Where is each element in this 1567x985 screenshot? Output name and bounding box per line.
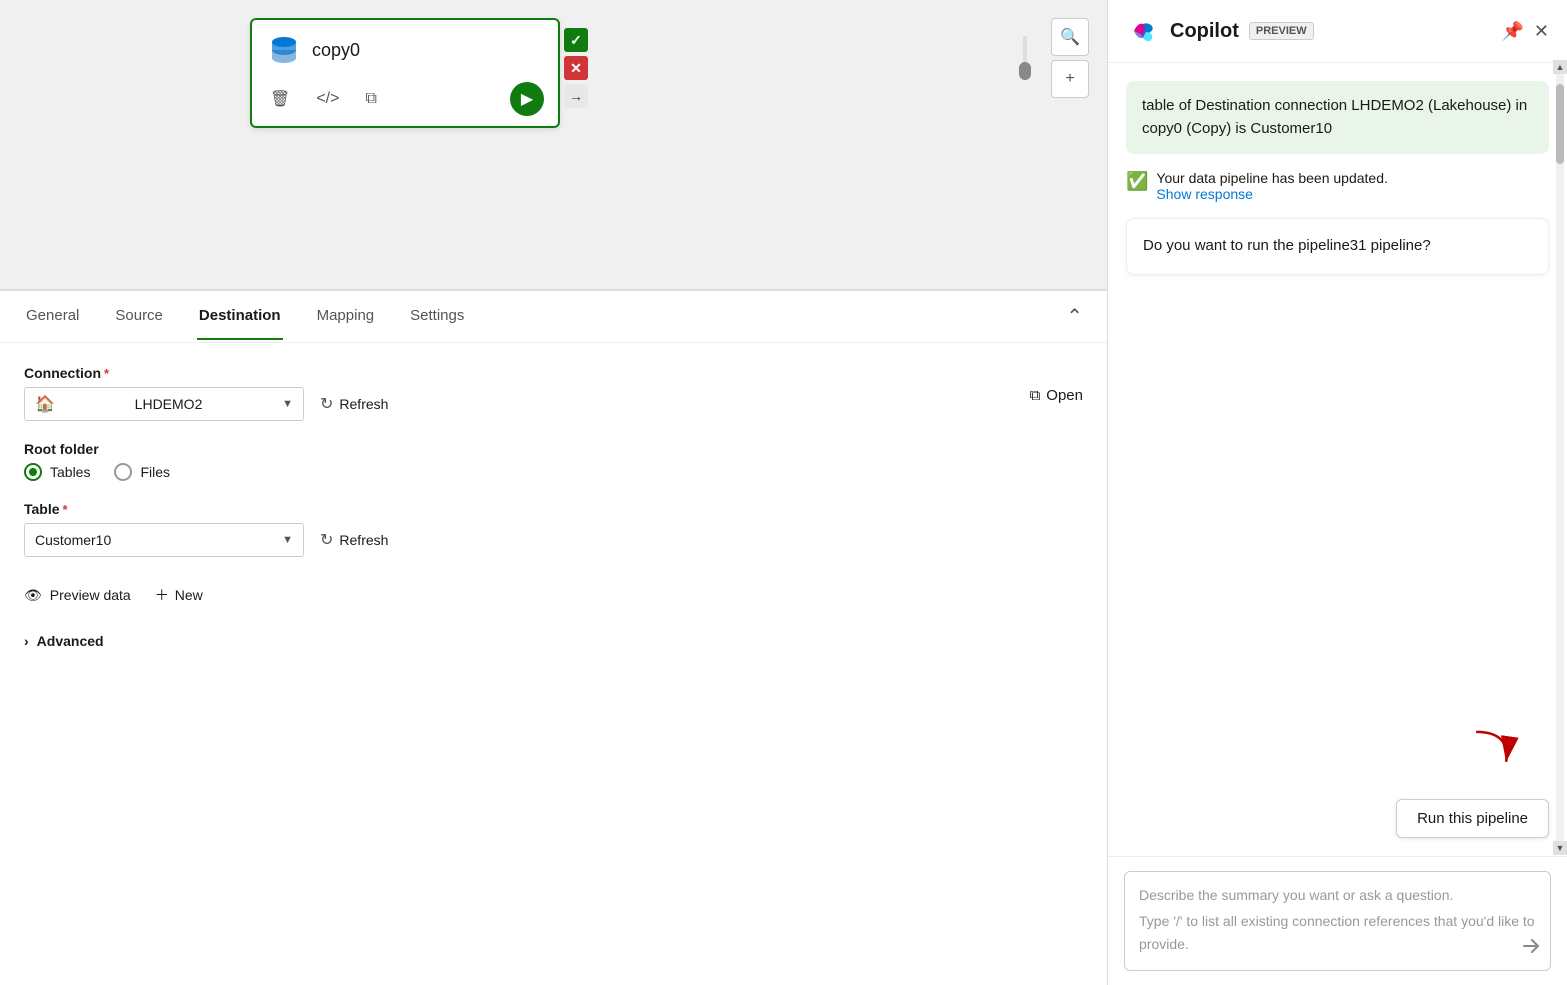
preview-icon: 👁 [24,587,42,604]
root-folder-label: Root folder [24,441,1083,457]
field-controls: 🏠 LHDEMO2 ▼ ↻ Refresh [24,387,388,421]
node-actions: 🗑 </> ⧉ ▶ [266,82,544,116]
arrow-indicator-row [1126,719,1519,779]
table-chevron-icon: ▼ [282,534,293,546]
table-value: Customer10 [35,532,111,548]
left-panel: copy0 🗑 </> ⧉ ▶ ✓ ✕ → 🔍 + [0,0,1107,985]
connection-value: LHDEMO2 [135,396,203,412]
root-folder-field: Root folder Tables Files [24,441,1083,481]
scroll-thumb [1556,84,1564,164]
copilot-header: Copilot PREVIEW 📌 ✕ [1108,0,1567,63]
input-placeholder-line2: Type '/' to list all existing connection… [1139,910,1536,955]
tables-radio-circle [24,463,42,481]
run-btn-row: Run this pipeline [1126,799,1549,838]
open-button[interactable]: ⧉ Open [1030,387,1083,404]
send-icon [1522,937,1540,955]
copy-button[interactable]: ⧉ [361,86,380,112]
spacer [1126,291,1549,704]
files-radio[interactable]: Files [114,463,170,481]
files-radio-circle [114,463,132,481]
table-refresh-button[interactable]: ↻ Refresh [320,530,388,550]
scroll-down-button[interactable]: ▼ [1553,841,1567,855]
connection-label: Connection * [24,365,1083,381]
node-status-icons: ✓ ✕ → [564,28,588,108]
status-x-icon: ✕ [564,56,588,80]
table-refresh-icon: ↻ [320,530,333,550]
canvas-area: copy0 🗑 </> ⧉ ▶ ✓ ✕ → 🔍 + [0,0,1107,290]
run-button[interactable]: ▶ [510,82,544,116]
input-placeholder-line1: Describe the summary you want or ask a q… [1139,884,1536,906]
status-check-icon: ✓ [564,28,588,52]
collapse-panel-button[interactable]: ⌃ [1066,307,1083,327]
properties-panel: General Source Destination Mapping Setti… [0,290,1107,985]
required-star: * [104,366,109,381]
table-required-star: * [63,502,68,517]
table-dropdown[interactable]: Customer10 ▼ [24,523,304,557]
delete-button[interactable]: 🗑 [266,85,294,113]
copilot-logo [1126,14,1160,48]
refresh-icon: ↻ [320,394,333,414]
new-button[interactable]: ＋ New [155,585,203,605]
tabs-header: General Source Destination Mapping Setti… [0,291,1107,343]
status-arrow-icon: → [564,84,588,108]
scroll-track [1556,74,1564,841]
pipeline-node[interactable]: copy0 🗑 </> ⧉ ▶ ✓ ✕ → [250,18,560,128]
props-body: Connection * 🏠 LHDEMO2 ▼ ↻ Refresh [0,343,1107,671]
status-content: Your data pipeline has been updated. Sho… [1156,170,1387,202]
zoom-in-button[interactable]: + [1051,60,1089,98]
send-button[interactable] [1522,937,1540,960]
node-title: copy0 [312,40,360,61]
connection-refresh-button[interactable]: ↻ Refresh [320,394,388,414]
plus-icon: ＋ [155,585,169,605]
arrow-icon [1459,719,1519,779]
preview-data-button[interactable]: 👁 Preview data [24,587,131,604]
tab-destination[interactable]: Destination [197,293,283,340]
table-label: Table * [24,501,1083,517]
copilot-panel: Copilot PREVIEW 📌 ✕ table of Destination… [1107,0,1567,985]
scroll-up-button[interactable]: ▲ [1553,60,1567,74]
tab-source[interactable]: Source [113,293,165,340]
scrollbar-track [1023,36,1027,80]
copilot-question-message: Do you want to run the pipeline31 pipeli… [1126,218,1549,275]
open-link-icon: ⧉ [1030,387,1041,404]
chevron-right-icon: › [24,633,29,649]
chevron-down-icon: ▼ [282,398,293,410]
tab-mapping[interactable]: Mapping [315,293,377,340]
root-folder-radio-group: Tables Files [24,463,1083,481]
node-header: copy0 [266,32,544,68]
canvas-toolbar: 🔍 + [1051,18,1089,98]
tables-radio[interactable]: Tables [24,463,90,481]
code-button[interactable]: </> [312,86,343,112]
close-panel-button[interactable]: ✕ [1534,21,1549,42]
show-response-link[interactable]: Show response [1156,186,1253,202]
bottom-actions: 👁 Preview data ＋ New [24,577,1083,613]
tab-general[interactable]: General [24,293,81,340]
search-tool-button[interactable]: 🔍 [1051,18,1089,56]
advanced-row[interactable]: › Advanced [24,633,1083,649]
canvas-scrollbar [1021,36,1029,80]
connection-dropdown[interactable]: 🏠 LHDEMO2 ▼ [24,387,304,421]
copilot-status-message: ✅ Your data pipeline has been updated. S… [1126,170,1549,202]
copilot-right-scrollbar: ▲ ▼ [1553,60,1567,855]
copilot-title: Copilot [1170,20,1239,43]
database-icon [266,32,302,68]
tab-settings[interactable]: Settings [408,293,466,340]
connection-field: Connection * 🏠 LHDEMO2 ▼ ↻ Refresh [24,365,1083,421]
scrollbar-thumb [1019,62,1031,80]
table-field: Table * Customer10 ▼ ↻ Refresh [24,501,1083,557]
copilot-message-1: table of Destination connection LHDEMO2 … [1126,81,1549,154]
preview-badge: PREVIEW [1249,22,1314,40]
table-controls: Customer10 ▼ ↻ Refresh [24,523,1083,557]
run-pipeline-button[interactable]: Run this pipeline [1396,799,1549,838]
connection-controls: 🏠 LHDEMO2 ▼ ↻ Refresh ⧉ Open [24,387,1083,421]
copilot-input-area: Describe the summary you want or ask a q… [1108,856,1567,985]
copilot-messages: table of Destination connection LHDEMO2 … [1108,63,1567,856]
home-icon: 🏠 [35,394,55,414]
copilot-input-box[interactable]: Describe the summary you want or ask a q… [1124,871,1551,971]
copilot-header-actions: 📌 ✕ [1501,21,1549,42]
pin-button[interactable]: 📌 [1501,21,1523,42]
check-circle-icon: ✅ [1126,171,1148,192]
